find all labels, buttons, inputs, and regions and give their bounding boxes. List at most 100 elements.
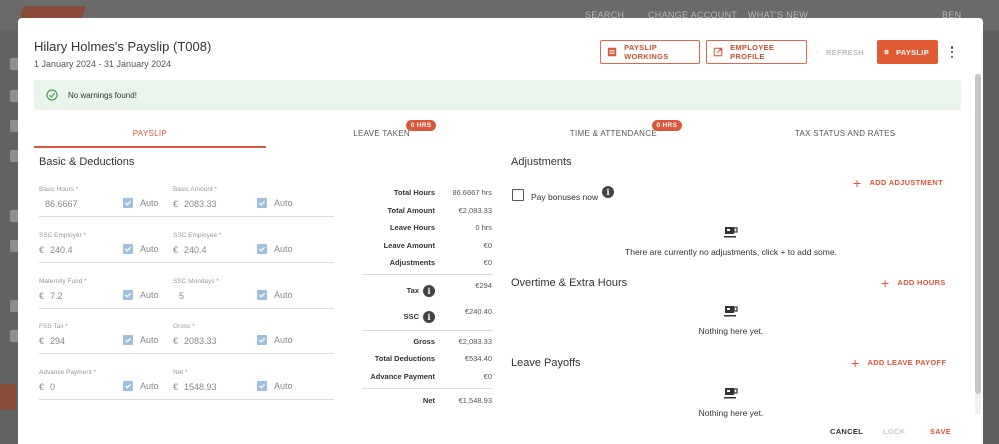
field-value[interactable]: €2083.33 bbox=[173, 199, 334, 209]
field-input-value: 5 bbox=[179, 291, 185, 301]
auto-toggle[interactable]: Auto bbox=[257, 290, 293, 300]
auto-label: Auto bbox=[274, 335, 293, 345]
adjustments-title: Adjustments bbox=[511, 156, 572, 168]
payslip-field[interactable]: SSC Employee * €240.4 Auto bbox=[173, 232, 334, 263]
payslip-download-button[interactable]: PAYSLIP bbox=[877, 40, 938, 64]
checkbox-checked-icon[interactable] bbox=[123, 244, 133, 254]
payslip-workings-button[interactable]: PAYSLIP WORKINGS bbox=[600, 40, 700, 64]
auto-toggle[interactable]: Auto bbox=[123, 335, 159, 345]
field-underline bbox=[173, 399, 334, 400]
cancel-button[interactable]: CANCEL bbox=[830, 427, 863, 436]
save-button[interactable]: SAVE bbox=[930, 427, 951, 436]
auto-label: Auto bbox=[140, 381, 159, 391]
currency-prefix: € bbox=[39, 291, 45, 301]
checkbox-checked-icon[interactable] bbox=[257, 335, 267, 345]
auto-toggle[interactable]: Auto bbox=[123, 381, 159, 391]
more-options-icon[interactable] bbox=[948, 44, 956, 60]
attendance-hours-badge: 0 HRS bbox=[651, 120, 683, 131]
refresh-label: REFRESH bbox=[826, 47, 864, 57]
background-sidebar-active bbox=[0, 384, 16, 410]
field-underline bbox=[173, 216, 334, 217]
currency-prefix: € bbox=[173, 245, 179, 255]
info-icon[interactable]: i bbox=[423, 285, 435, 297]
summary-divider bbox=[362, 330, 492, 331]
checkbox-checked-icon[interactable] bbox=[257, 290, 267, 300]
auto-toggle[interactable]: Auto bbox=[123, 198, 159, 208]
payslip-workings-label: PAYSLIP WORKINGS bbox=[624, 43, 669, 61]
auto-label: Auto bbox=[274, 244, 293, 254]
auto-label: Auto bbox=[140, 290, 159, 300]
add-adjustment-button[interactable]: + ADD ADJUSTMENT bbox=[853, 174, 943, 191]
payslip-field[interactable]: Net * €1548.93 Auto bbox=[173, 369, 334, 400]
background-logo bbox=[19, 6, 87, 18]
field-label: Net * bbox=[173, 369, 188, 376]
tab-leave-taken[interactable]: LEAVE TAKEN 0 HRS bbox=[266, 118, 498, 148]
field-input-value: 7.2 bbox=[50, 291, 63, 301]
info-icon[interactable]: i bbox=[423, 311, 435, 323]
tab-label: LEAVE TAKEN bbox=[353, 128, 410, 138]
modal-title: Hilary Holmes's Payslip (T008) bbox=[34, 39, 212, 54]
coffee-cup-icon bbox=[724, 306, 738, 317]
refresh-button[interactable]: REFRESH bbox=[810, 40, 872, 64]
lock-button[interactable]: LOCK bbox=[883, 427, 905, 436]
auto-toggle[interactable]: Auto bbox=[123, 244, 159, 254]
tab-payslip[interactable]: PAYSLIP bbox=[34, 118, 266, 148]
list-icon bbox=[607, 47, 617, 57]
tab-label: PAYSLIP bbox=[132, 128, 167, 138]
field-label: SSC Employee * bbox=[173, 232, 222, 239]
auto-toggle[interactable]: Auto bbox=[257, 335, 293, 345]
checkbox-checked-icon[interactable] bbox=[123, 381, 133, 391]
add-hours-button[interactable]: + ADD HOURS bbox=[881, 276, 946, 290]
adjustments-empty-text: There are currently no adjustments, clic… bbox=[625, 247, 837, 257]
currency-prefix: € bbox=[39, 245, 45, 255]
auto-toggle[interactable]: Auto bbox=[257, 381, 293, 391]
tab-label: TIME & ATTENDANCE bbox=[569, 128, 657, 138]
auto-label: Auto bbox=[140, 244, 159, 254]
tab-tax-status[interactable]: TAX STATUS AND RATES bbox=[729, 118, 961, 148]
info-icon[interactable]: i bbox=[602, 186, 614, 198]
plus-icon: + bbox=[853, 174, 862, 191]
field-input-value: 240.4 bbox=[50, 245, 73, 255]
field-input-value: 1548.93 bbox=[184, 382, 217, 392]
refresh-icon bbox=[816, 50, 819, 54]
payslip-tabs: PAYSLIP LEAVE TAKEN 0 HRS TIME & ATTENDAN… bbox=[34, 118, 961, 148]
field-value[interactable]: 5 bbox=[173, 291, 334, 301]
checkbox-checked-icon[interactable] bbox=[123, 198, 133, 208]
checkbox-checked-icon[interactable] bbox=[123, 290, 133, 300]
coffee-cup-icon bbox=[724, 388, 738, 399]
field-value[interactable]: €1548.93 bbox=[173, 382, 334, 392]
payslip-field[interactable]: SSC Mondays * 5 Auto bbox=[173, 278, 334, 309]
field-value[interactable]: €2083.33 bbox=[173, 336, 334, 346]
employee-profile-label: EMPLOYEE PROFILE bbox=[730, 43, 775, 61]
add-adjustment-label: ADD ADJUSTMENT bbox=[869, 178, 943, 187]
checkbox-checked-icon[interactable] bbox=[257, 198, 267, 208]
pay-bonuses-checkbox[interactable] bbox=[512, 189, 524, 201]
field-value[interactable]: €240.4 bbox=[173, 245, 334, 255]
add-leave-payoff-button[interactable]: + ADD LEAVE PAYOFF bbox=[851, 356, 946, 370]
open-external-icon bbox=[713, 47, 723, 57]
field-underline bbox=[173, 262, 334, 263]
scrollbar-thumb[interactable] bbox=[975, 74, 981, 394]
tab-time-attendance[interactable]: TIME & ATTENDANCE 0 HRS bbox=[498, 118, 730, 148]
payslip-field[interactable]: Basic Amount * €2083.33 Auto bbox=[173, 186, 334, 217]
field-label: SSC Mondays * bbox=[173, 278, 219, 285]
auto-toggle[interactable]: Auto bbox=[123, 290, 159, 300]
pay-bonuses-label: Pay bonuses now bbox=[531, 192, 599, 202]
field-input-value: 86.6667 bbox=[45, 199, 78, 209]
payslip-field[interactable]: Gross * €2083.33 Auto bbox=[173, 323, 334, 354]
auto-toggle[interactable]: Auto bbox=[257, 198, 293, 208]
checkbox-checked-icon[interactable] bbox=[257, 244, 267, 254]
modal-scrollbar[interactable] bbox=[975, 74, 981, 414]
summary-divider bbox=[362, 274, 492, 275]
download-icon bbox=[884, 49, 889, 55]
payslip-label: PAYSLIP bbox=[896, 47, 929, 57]
auto-toggle[interactable]: Auto bbox=[257, 244, 293, 254]
checkbox-checked-icon[interactable] bbox=[257, 381, 267, 391]
field-input-value: 2083.33 bbox=[184, 336, 217, 346]
employee-profile-button[interactable]: EMPLOYEE PROFILE bbox=[706, 40, 807, 64]
checkbox-checked-icon[interactable] bbox=[123, 335, 133, 345]
pay-period: 1 January 2024 - 31 January 2024 bbox=[34, 59, 172, 69]
currency-prefix: € bbox=[173, 336, 179, 346]
alert-text: No warnings found! bbox=[68, 90, 137, 100]
field-input-value: 0 bbox=[50, 382, 56, 392]
